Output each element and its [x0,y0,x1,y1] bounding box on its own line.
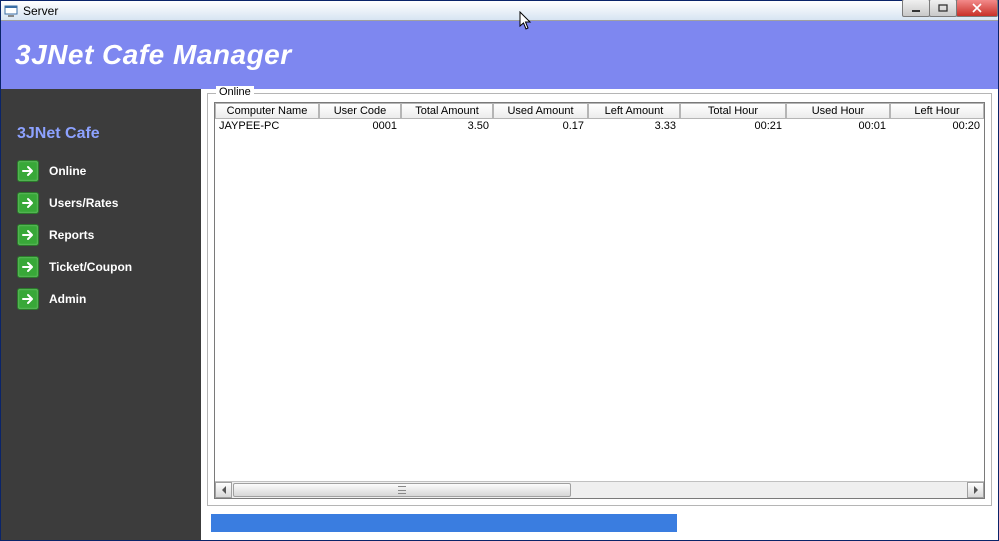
arrow-right-icon [17,160,39,182]
cell-user-code: 0001 [319,119,401,133]
sidebar-item-ticket-coupon[interactable]: Ticket/Coupon [1,251,201,283]
scroll-left-button[interactable] [215,482,232,498]
col-computer-name[interactable]: Computer Name [215,103,319,119]
cell-total-hour: 00:21 [680,119,786,133]
cell-total-amount: 3.50 [401,119,493,133]
sidebar-item-users-rates[interactable]: Users/Rates [1,187,201,219]
close-button[interactable] [956,0,998,17]
arrow-right-icon [17,288,39,310]
col-left-hour[interactable]: Left Hour [890,103,984,119]
app-body: 3JNet Cafe Online Users/Rates Reports [1,89,998,540]
table-body: JAYPEE-PC 0001 3.50 0.17 3.33 00:21 00:0… [215,119,984,481]
cell-left-amount: 3.33 [588,119,680,133]
col-total-amount[interactable]: Total Amount [401,103,493,119]
sidebar-title: 3JNet Cafe [1,125,201,155]
horizontal-scrollbar[interactable] [215,481,984,498]
sidebar-item-label: Online [49,164,86,178]
app-window: Server 3JNet Cafe Manager 3JNet Cafe Onl… [0,0,999,541]
col-total-hour[interactable]: Total Hour [680,103,786,119]
cell-left-hour: 00:20 [890,119,984,133]
app-title: 3JNet Cafe Manager [15,39,292,71]
groupbox-legend: Online [216,86,254,98]
sidebar: 3JNet Cafe Online Users/Rates Reports [1,89,201,540]
status-area [205,508,994,538]
col-used-hour[interactable]: Used Hour [786,103,890,119]
sidebar-item-label: Ticket/Coupon [49,260,132,274]
app-banner: 3JNet Cafe Manager [1,21,998,89]
online-table: Computer Name User Code Total Amount Use… [214,102,985,499]
scroll-thumb[interactable] [233,483,571,497]
online-groupbox: Online Computer Name User Code Total Amo… [207,93,992,506]
scroll-right-button[interactable] [967,482,984,498]
arrow-right-icon [17,192,39,214]
maximize-button[interactable] [929,0,957,17]
table-row[interactable]: JAYPEE-PC 0001 3.50 0.17 3.33 00:21 00:0… [215,119,984,133]
table-header: Computer Name User Code Total Amount Use… [215,103,984,119]
sidebar-item-label: Reports [49,228,94,242]
cell-computer-name: JAYPEE-PC [215,119,319,133]
arrow-right-icon [17,224,39,246]
scroll-track[interactable] [232,482,967,498]
app-icon [3,3,19,19]
col-used-amount[interactable]: Used Amount [493,103,588,119]
sidebar-item-admin[interactable]: Admin [1,283,201,315]
sidebar-item-online[interactable]: Online [1,155,201,187]
sidebar-item-reports[interactable]: Reports [1,219,201,251]
sidebar-item-label: Admin [49,292,86,306]
window-controls [903,0,998,17]
window-title: Server [23,4,58,18]
main-panel: Online Computer Name User Code Total Amo… [201,89,998,540]
col-user-code[interactable]: User Code [319,103,401,119]
cell-used-amount: 0.17 [493,119,588,133]
col-left-amount[interactable]: Left Amount [588,103,680,119]
cell-used-hour: 00:01 [786,119,890,133]
arrow-right-icon [17,256,39,278]
progress-bar [211,514,677,532]
titlebar[interactable]: Server [1,1,998,21]
sidebar-item-label: Users/Rates [49,196,118,210]
minimize-button[interactable] [902,0,930,17]
